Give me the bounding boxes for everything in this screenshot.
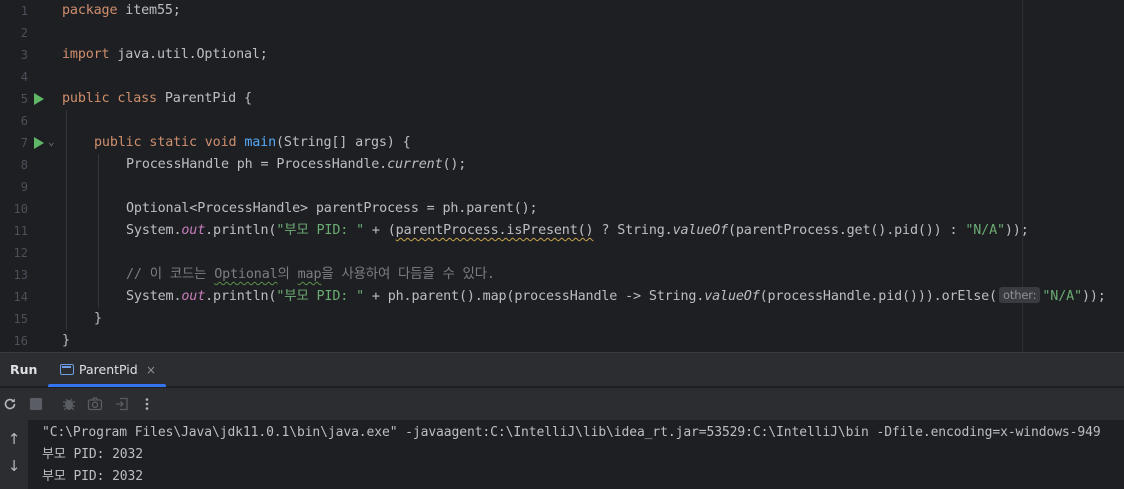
line-number: 1	[20, 4, 28, 18]
code-text[interactable]: System.out.println("부모 PID: " + (parentP…	[126, 220, 1029, 242]
line-number: 11	[13, 224, 28, 238]
console-line: "C:\Program Files\Java\jdk11.0.1\bin\jav…	[42, 425, 1101, 440]
line-number: 9	[20, 180, 28, 194]
debug-icon[interactable]	[59, 394, 79, 414]
code-line[interactable]: 11 System.out.println("부모 PID: " + (pare…	[0, 220, 1124, 242]
parameter-hint: other:	[998, 287, 1041, 303]
code-text[interactable]: }	[94, 308, 102, 330]
code-line[interactable]: 14 System.out.println("부모 PID: " + ph.pa…	[0, 286, 1124, 308]
code-editor[interactable]: 1 package item55; 2 3 import java.util.O…	[0, 0, 1124, 352]
code-line[interactable]: 16 }	[0, 330, 1124, 352]
console-side-toolbar: ↑ ↓	[0, 420, 28, 489]
line-number: 13	[13, 268, 28, 282]
line-number: 4	[20, 70, 28, 84]
code-line[interactable]: 12	[0, 242, 1124, 264]
code-line[interactable]: 1 package item55;	[0, 0, 1124, 22]
code-line[interactable]: 15 }	[0, 308, 1124, 330]
code-text[interactable]: Optional<ProcessHandle> parentProcess = …	[126, 198, 538, 220]
exit-icon[interactable]	[112, 394, 132, 414]
code-text[interactable]: public static void main(String[] args) {	[94, 132, 411, 154]
console-output[interactable]: "C:\Program Files\Java\jdk11.0.1\bin\jav…	[42, 420, 1124, 489]
line-number: 16	[13, 334, 28, 348]
line-number: 6	[20, 114, 28, 128]
code-text[interactable]: package item55;	[62, 0, 181, 22]
close-icon[interactable]: ×	[146, 353, 156, 387]
code-line[interactable]: 13 // 이 코드는 Optional의 map을 사용하여 다듬을 수 있다…	[0, 264, 1124, 286]
scroll-up-icon[interactable]: ↑	[5, 430, 23, 448]
code-line[interactable]: 8 ProcessHandle ph = ProcessHandle.curre…	[0, 154, 1124, 176]
run-panel-title: Run	[10, 362, 38, 377]
run-tab-bar: Run ParentPid ×	[0, 353, 1124, 387]
code-line[interactable]: 5 public class ParentPid {	[0, 88, 1124, 110]
line-number: 10	[13, 202, 28, 216]
line-number: 3	[20, 48, 28, 62]
code-line[interactable]: 9	[0, 176, 1124, 198]
console-line: 부모 PID: 2032	[42, 447, 143, 462]
run-tool-window: Run ParentPid × ↑ ↓ "C:\Program Files\Ja…	[0, 352, 1124, 489]
run-toolbar	[0, 388, 1124, 420]
code-text[interactable]: ProcessHandle ph = ProcessHandle.current…	[126, 154, 466, 176]
run-class-icon[interactable]	[34, 93, 44, 105]
line-number: 7	[20, 136, 28, 150]
tab-label: ParentPid	[79, 362, 138, 377]
code-line[interactable]: 6	[0, 110, 1124, 132]
code-line[interactable]: 4	[0, 66, 1124, 88]
line-number: 5	[20, 92, 28, 106]
line-number: 14	[13, 290, 28, 304]
code-text[interactable]: }	[62, 330, 70, 352]
code-line[interactable]: 2	[0, 22, 1124, 44]
more-icon[interactable]	[137, 394, 157, 414]
camera-icon[interactable]	[85, 394, 105, 414]
code-line[interactable]: 10 Optional<ProcessHandle> parentProcess…	[0, 198, 1124, 220]
console-icon	[60, 364, 74, 375]
run-main-icon[interactable]	[34, 137, 44, 149]
code-text[interactable]: import java.util.Optional;	[62, 44, 268, 66]
line-number: 8	[20, 158, 28, 172]
code-line[interactable]: 7 ⌄ public static void main(String[] arg…	[0, 132, 1124, 154]
rerun-icon[interactable]	[0, 394, 20, 414]
line-number: 2	[20, 26, 28, 40]
tab-parentpid[interactable]: ParentPid ×	[48, 353, 166, 387]
code-text[interactable]: public class ParentPid {	[62, 88, 252, 110]
console-line: 부모 PID: 2032	[42, 469, 143, 484]
inspection-warning: parentProcess.isPresent()	[395, 223, 594, 238]
active-tab-indicator	[48, 384, 166, 387]
line-number: 12	[13, 246, 28, 260]
scroll-down-icon[interactable]: ↓	[5, 457, 23, 475]
code-comment[interactable]: // 이 코드는 Optional의 map을 사용하여 다듬을 수 있다.	[126, 264, 495, 286]
code-text[interactable]: System.out.println("부모 PID: " + ph.paren…	[126, 286, 1106, 308]
code-line[interactable]: 3 import java.util.Optional;	[0, 44, 1124, 66]
fold-chevron-icon[interactable]: ⌄	[48, 135, 58, 149]
stop-icon[interactable]	[26, 394, 46, 414]
line-number: 15	[13, 312, 28, 326]
